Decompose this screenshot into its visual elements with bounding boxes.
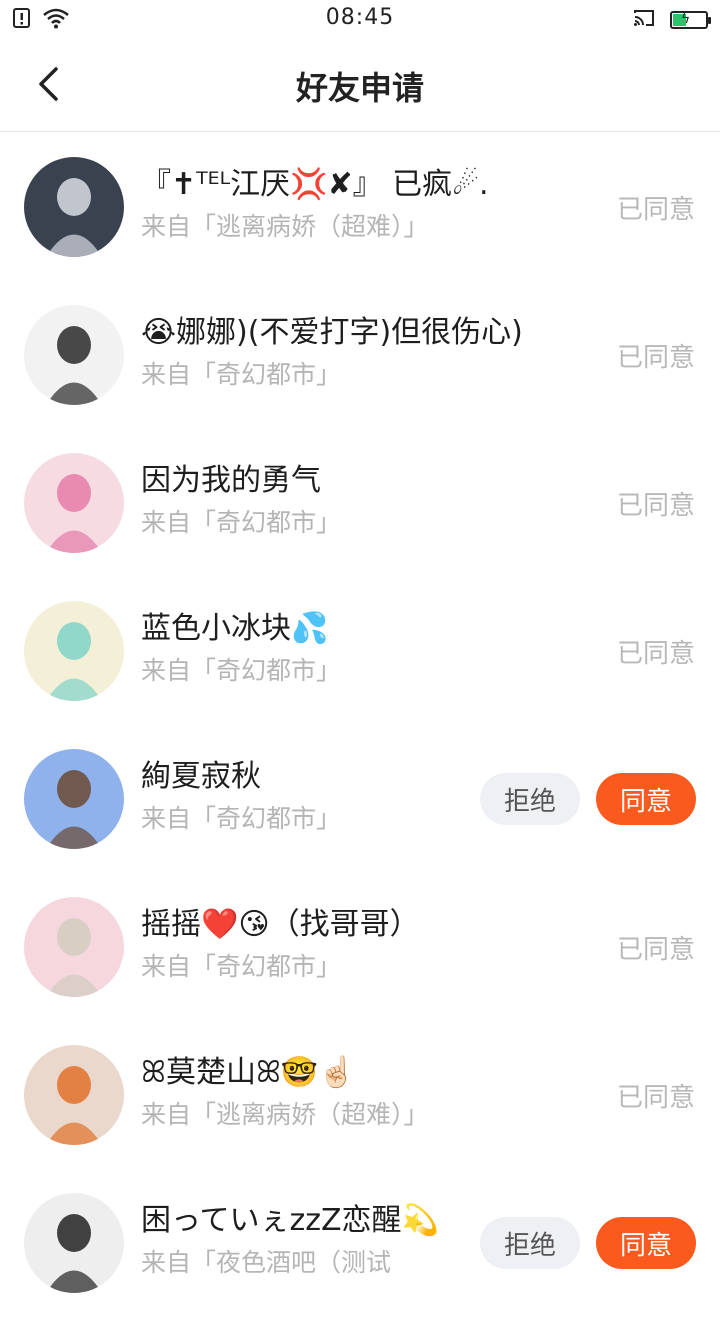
friend-request-row[interactable]: 絢夏寂秋 来自「奇幻都市」 拒绝 同意 [0, 725, 720, 873]
back-button[interactable] [28, 64, 68, 104]
request-info: 😭娜娜)(不爱打字)但很伤心) 来自「奇幻都市」 [141, 311, 560, 393]
request-info: 因为我的勇气来自「奇幻都市」 [141, 459, 560, 541]
accepted-status: 已同意 [616, 490, 695, 521]
requester-name: 因为我的勇气 [141, 463, 321, 498]
accept-button[interactable]: 同意 [596, 773, 696, 825]
request-source: 来自「逃离病娇（超难）」 [141, 212, 429, 241]
request-source: 来自「逃离病娇（超难）」 [141, 1100, 429, 1129]
avatar[interactable] [24, 1193, 124, 1293]
request-source: 来自「奇幻都市」 [141, 952, 342, 981]
request-source: 来自「奇幻都市」 [141, 508, 342, 537]
accepted-status: 已同意 [616, 638, 695, 669]
chevron-left-icon [39, 67, 58, 101]
friend-request-row[interactable]: ꕤ莫楚山ꕤ🤓☝🏻 来自「逃离病娇（超难）」 已同意 [0, 1021, 720, 1169]
status-time: 08:45 [325, 5, 395, 30]
request-info: ꕤ莫楚山ꕤ🤓☝🏻 来自「逃离病娇（超难）」 [141, 1051, 560, 1133]
reject-button[interactable]: 拒绝 [480, 773, 580, 825]
friend-request-list: 『✝ᵀᴱᴸ江厌💢✘』 已疯☄. 来自「逃离病娇（超难）」 已同意 😭娜娜)(不爱打字)… [0, 133, 720, 1317]
avatar[interactable] [24, 897, 124, 997]
accepted-status: 已同意 [616, 934, 695, 965]
accepted-status: 已同意 [616, 342, 695, 373]
friend-request-row[interactable]: 困っていぇzzZ恋醒💫 来自「夜色酒吧（测试 拒绝 同意 [0, 1169, 720, 1317]
request-source: 来自「奇幻都市」 [141, 360, 342, 389]
page-header: 好友申请 [0, 40, 720, 132]
request-source: 来自「奇幻都市」 [141, 656, 342, 685]
avatar[interactable] [24, 749, 124, 849]
request-info: 『✝ᵀᴱᴸ江厌💢✘』 已疯☄. 来自「逃离病娇（超难）」 [141, 163, 560, 245]
reject-button[interactable]: 拒绝 [480, 1217, 580, 1269]
requester-name: 😭娜娜)(不爱打字)但很伤心) [141, 315, 523, 350]
requester-name: ꕤ莫楚山ꕤ🤓☝🏻 [141, 1055, 356, 1090]
avatar[interactable] [24, 157, 124, 257]
request-info: 蓝色小冰块💦 来自「奇幻都市」 [141, 607, 560, 689]
friend-request-row[interactable]: 蓝色小冰块💦 来自「奇幻都市」 已同意 [0, 577, 720, 725]
avatar[interactable] [24, 305, 124, 405]
battery-icon: ϟ [670, 11, 711, 29]
status-bar: 08:45 ϟ [0, 0, 720, 40]
avatar[interactable] [24, 453, 124, 553]
requester-name: 『✝ᵀᴱᴸ江厌💢✘』 已疯☄. [141, 167, 489, 202]
friend-request-row[interactable]: 因为我的勇气来自「奇幻都市」 已同意 [0, 429, 720, 577]
friend-request-row[interactable]: 摇摇❤️😘（找哥哥） 来自「奇幻都市」 已同意 [0, 873, 720, 1021]
friend-request-row[interactable]: 😭娜娜)(不爱打字)但很伤心) 来自「奇幻都市」 已同意 [0, 281, 720, 429]
avatar[interactable] [24, 1045, 124, 1145]
friend-request-row[interactable]: 『✝ᵀᴱᴸ江厌💢✘』 已疯☄. 来自「逃离病娇（超难）」 已同意 [0, 133, 720, 281]
accepted-status: 已同意 [616, 194, 695, 225]
requester-name: 蓝色小冰块💦 [141, 611, 329, 646]
accept-button[interactable]: 同意 [596, 1217, 696, 1269]
request-info: 摇摇❤️😘（找哥哥） 来自「奇幻都市」 [141, 903, 560, 985]
page-title: 好友申请 [295, 68, 424, 107]
accepted-status: 已同意 [616, 1082, 695, 1113]
avatar[interactable] [24, 601, 124, 701]
requester-name: 摇摇❤️😘（找哥哥） [141, 907, 420, 942]
